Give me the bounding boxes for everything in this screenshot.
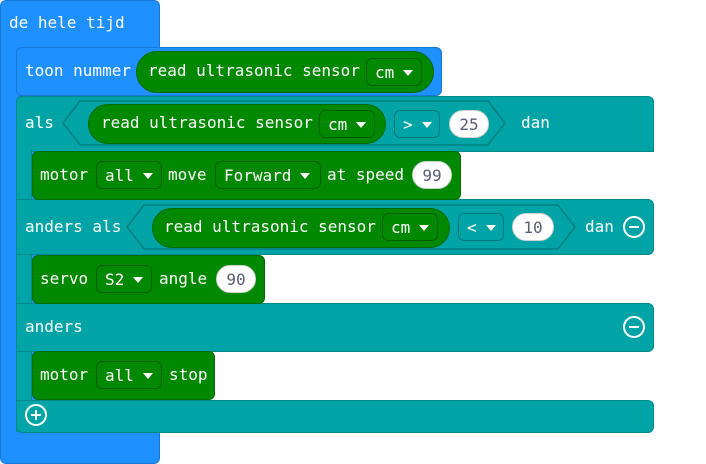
chevron-down-icon: [419, 225, 430, 231]
chevron-down-icon: [356, 122, 367, 128]
motor-dropdown[interactable]: all: [96, 161, 162, 189]
ultrasonic-reporter-label: read ultrasonic sensor: [164, 217, 376, 236]
operator-dropdown[interactable]: <: [458, 213, 504, 241]
if-spine: [16, 150, 32, 432]
ultrasonic-reporter-label: read ultrasonic sensor: [148, 61, 360, 80]
chevron-down-icon: [133, 277, 144, 283]
minus-circle-icon[interactable]: [623, 216, 645, 238]
then-label: dan: [585, 217, 614, 236]
chevron-down-icon: [403, 70, 414, 76]
angle-label: angle: [159, 269, 208, 288]
speed-input[interactable]: 99: [412, 161, 452, 189]
unit-dropdown[interactable]: cm: [366, 58, 422, 86]
unit-dropdown[interactable]: cm: [319, 110, 375, 138]
servo-dropdown[interactable]: S2: [96, 265, 152, 293]
direction-dropdown[interactable]: Forward: [215, 161, 321, 189]
if-label: als: [25, 113, 54, 132]
chevron-down-icon: [300, 173, 311, 179]
else-if-label: anders als: [25, 217, 122, 236]
else-label: anders: [25, 317, 83, 336]
servo-label: servo: [40, 269, 89, 288]
motor-dropdown[interactable]: all: [96, 361, 162, 389]
unit-dropdown-value: cm: [375, 62, 395, 82]
unit-dropdown-value: cm: [328, 114, 348, 134]
minus-circle-icon[interactable]: [623, 316, 645, 338]
motor-dropdown-value: all: [105, 165, 134, 185]
motor-label: motor: [40, 365, 89, 384]
threshold-input[interactable]: 10: [512, 213, 554, 241]
chevron-down-icon: [485, 225, 496, 231]
at-speed-label: at speed: [327, 165, 405, 184]
if-footer: [16, 400, 654, 433]
ultrasonic-reporter-label: read ultrasonic sensor: [101, 113, 313, 132]
chevron-down-icon: [421, 122, 432, 128]
unit-dropdown-value: cm: [391, 217, 411, 237]
else-header[interactable]: [16, 303, 654, 352]
then-label: dan: [521, 113, 550, 132]
operator-value: <: [467, 217, 477, 237]
move-label: move: [168, 165, 207, 184]
operator-dropdown[interactable]: >: [394, 110, 440, 138]
plus-circle-icon[interactable]: [25, 404, 47, 426]
threshold-input[interactable]: 25: [449, 110, 489, 138]
angle-input[interactable]: 90: [216, 265, 256, 293]
chevron-down-icon: [142, 173, 153, 179]
stop-label: stop: [169, 365, 208, 384]
show-number-label: toon nummer: [25, 61, 131, 80]
servo-dropdown-value: S2: [105, 269, 125, 289]
operator-value: >: [403, 114, 413, 134]
motor-label: motor: [40, 165, 89, 184]
forever-label: de hele tijd: [9, 13, 125, 32]
direction-value: Forward: [224, 165, 292, 185]
chevron-down-icon: [142, 373, 153, 379]
motor-dropdown-value: all: [105, 365, 134, 385]
unit-dropdown[interactable]: cm: [382, 213, 438, 241]
